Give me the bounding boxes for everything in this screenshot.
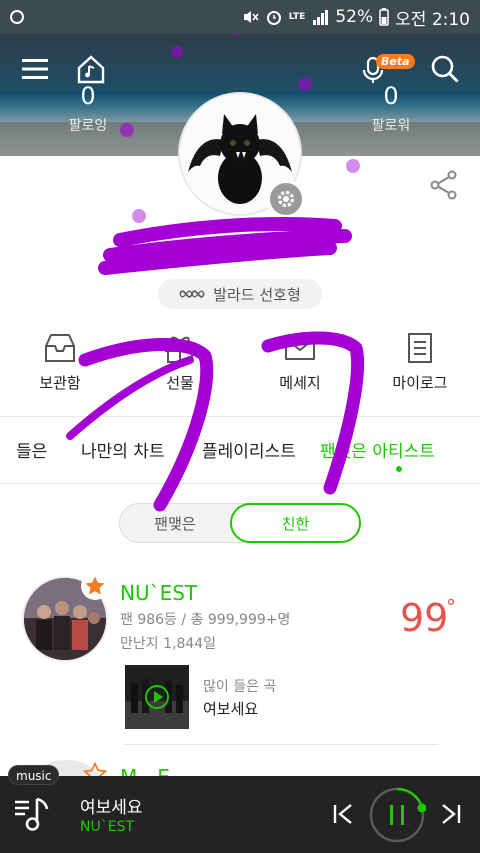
menu-storage[interactable]: 보관함 [0, 332, 120, 402]
network-type: LTE [288, 12, 306, 22]
now-playing-title[interactable]: 여보세요 [80, 793, 143, 818]
menu-message-label: 메세지 [279, 374, 321, 392]
wave-icon [179, 290, 205, 298]
artist-name[interactable]: NU`EST [120, 581, 197, 605]
star-icon [85, 576, 105, 595]
toggle-fan-option[interactable]: 팬맺은 [120, 504, 230, 542]
gift-icon [165, 336, 195, 363]
message-icon [285, 336, 315, 360]
now-playing-artist[interactable]: NU`EST [80, 819, 134, 835]
play-icon [154, 691, 163, 703]
menu-mylog-label: 마이로그 [392, 374, 448, 392]
alarm-icon [266, 11, 281, 25]
gear-icon [277, 190, 295, 208]
tab-listened[interactable]: 들은 [16, 437, 47, 462]
search-button[interactable] [428, 52, 462, 86]
clock: 오전 2:10 [395, 9, 470, 30]
profile-settings-button[interactable] [267, 180, 305, 218]
genre-preference-badge[interactable]: 발라드 선호형 [158, 279, 322, 309]
genre-label: 발라드 선호형 [213, 285, 301, 304]
music-tab-label: music [8, 765, 60, 785]
profile-menu: 보관함 선물 메세지 마이로그 [0, 332, 480, 402]
artist-days: 만난지 1,844일 [120, 636, 217, 652]
battery-percent: 52% [335, 7, 374, 27]
tab-playlist[interactable]: 플레이리스트 [202, 437, 296, 462]
share-button[interactable] [428, 170, 460, 200]
tab-fan-artist[interactable]: 팬맺은 아티스트 [320, 437, 435, 462]
fan-filter-toggle: 팬맺은 친한 [119, 503, 361, 543]
artist-score-degree: ° [446, 595, 456, 619]
beta-badge: Beta [376, 54, 415, 69]
follower-label: 팔로워 [371, 118, 411, 134]
battery-icon [379, 8, 389, 26]
follower-block[interactable]: 0 팔로워 [351, 82, 431, 136]
previous-button[interactable] [328, 798, 358, 830]
signal-icon [313, 10, 329, 25]
follower-count: 0 [383, 82, 399, 110]
following-block[interactable]: 0 팔로잉 [48, 82, 128, 136]
music-home-button[interactable] [74, 52, 108, 86]
mute-icon [243, 11, 259, 23]
artist-fan-rank: 팬 986등 / 총 999,999+명 [120, 612, 291, 628]
playlist-music-icon [15, 797, 49, 831]
tab-my-chart[interactable]: 나만의 차트 [81, 437, 165, 462]
status-bar: LTE 52% 오전 2:10 [0, 0, 480, 34]
share-icon [430, 170, 457, 200]
following-count: 0 [80, 82, 96, 110]
hamburger-icon [22, 59, 48, 79]
next-button[interactable] [436, 798, 466, 830]
menu-button[interactable] [18, 52, 52, 86]
play-overlay-button[interactable] [145, 685, 169, 709]
artist-score: 99 [400, 596, 449, 640]
menu-mylog[interactable]: 마이로그 [360, 332, 480, 402]
menu-storage-label: 보관함 [39, 374, 81, 392]
toggle-close-option[interactable]: 친한 [230, 503, 361, 543]
menu-gift-label: 선물 [166, 374, 194, 392]
top-song-label: 많이 들은 곡 [203, 679, 277, 695]
top-song-title[interactable]: 여보세요 [203, 698, 258, 719]
menu-message[interactable]: 메세지 [240, 332, 360, 402]
content-tabs: 들은 나만의 차트 플레이리스트 팬맺은 아티스트 [0, 416, 480, 484]
next-icon [442, 804, 461, 824]
inbox-icon [45, 334, 75, 362]
list-divider [124, 744, 438, 745]
following-label: 팔로잉 [68, 118, 108, 134]
previous-icon [333, 804, 352, 824]
playlist-button[interactable] [10, 792, 56, 836]
pause-button[interactable] [368, 786, 426, 844]
top-song-album-art[interactable] [125, 665, 189, 729]
document-icon [408, 333, 432, 363]
music-home-icon [77, 55, 105, 84]
menu-gift[interactable]: 선물 [120, 332, 240, 402]
active-tab-indicator [396, 466, 402, 472]
favorite-star-badge [81, 572, 109, 600]
mini-player [0, 776, 480, 853]
app-notification-icon [10, 10, 24, 24]
mypage-screen: LTE 52% 오전 2:10 Beta 0 팔로잉 0 팔로워 발라드 선호형… [0, 0, 480, 853]
search-icon [431, 55, 459, 83]
pause-progress-icon [369, 787, 426, 843]
